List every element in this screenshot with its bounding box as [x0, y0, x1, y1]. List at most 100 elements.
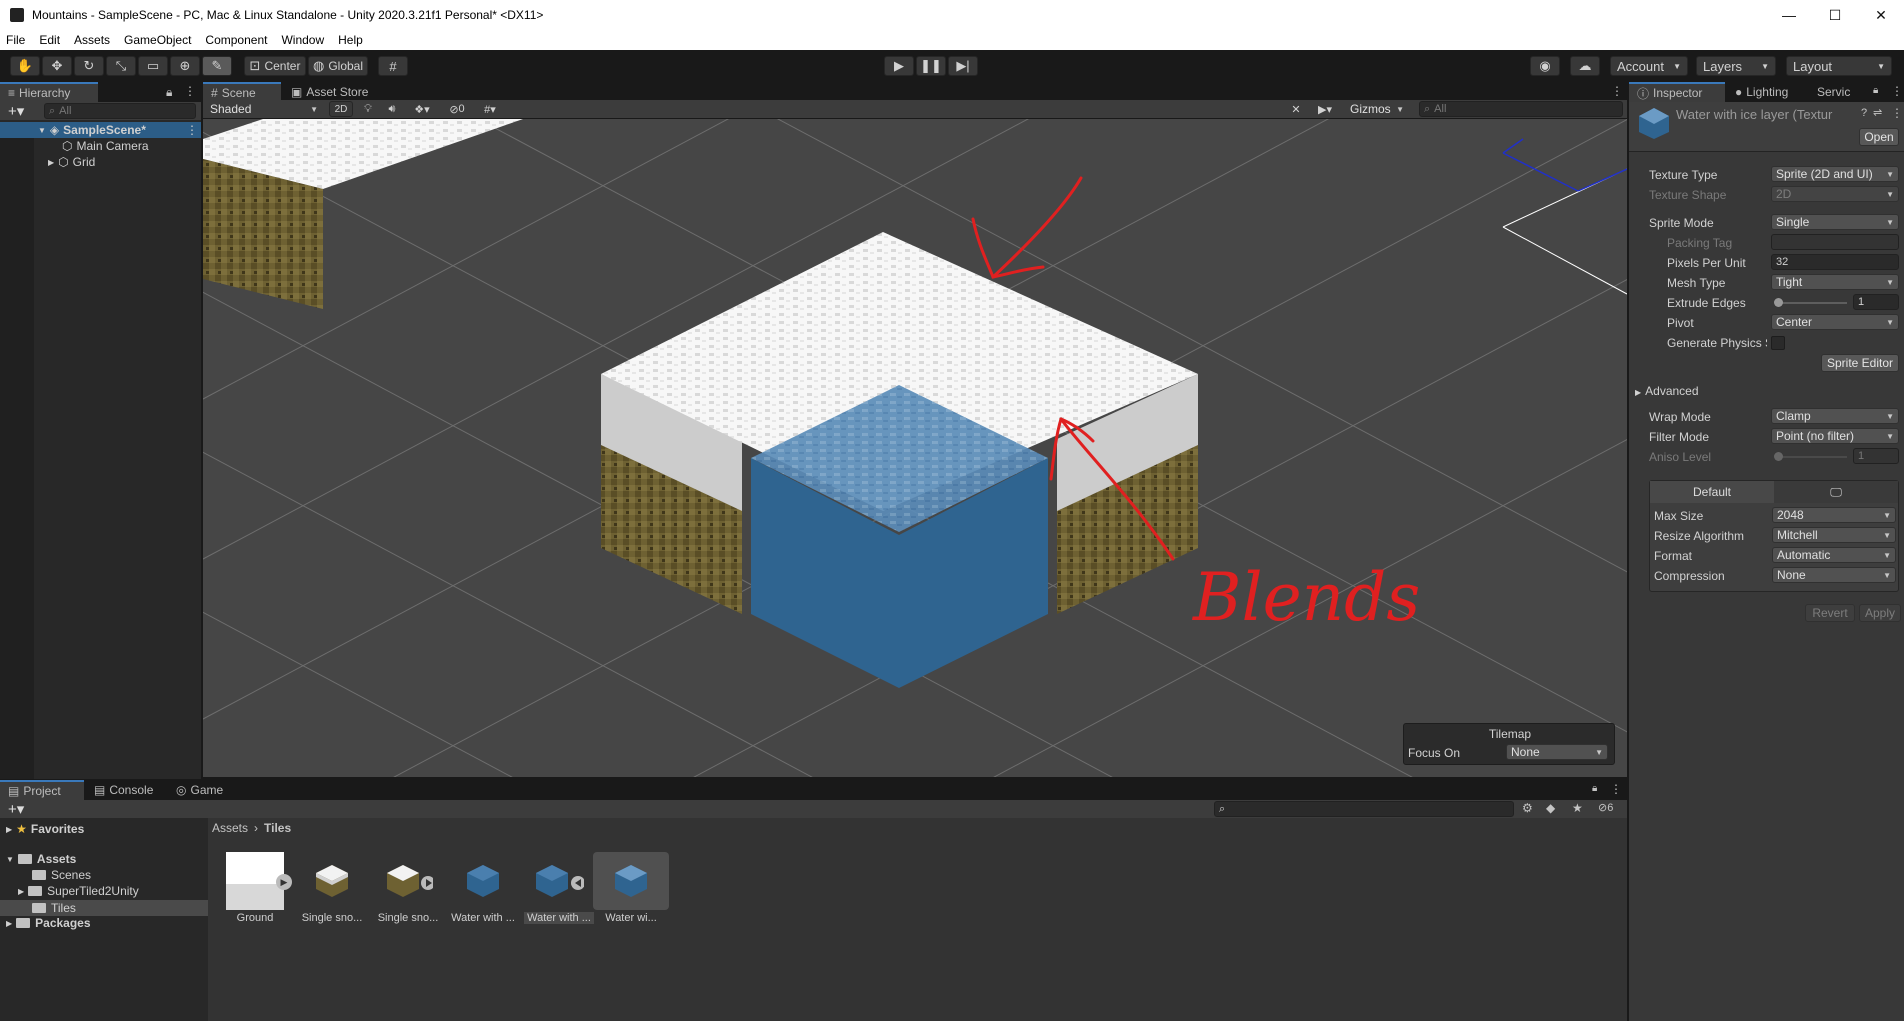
asset-single-snow-1[interactable]: Single sno...	[297, 852, 367, 924]
hand-tool-icon[interactable]: ✋	[10, 56, 40, 76]
layers-dropdown[interactable]: Layers ▼	[1696, 56, 1776, 76]
rotate-tool-icon[interactable]: ↻	[74, 56, 104, 76]
scene-search-input[interactable]: ⌕ All	[1419, 101, 1623, 117]
folder-tiles[interactable]: Tiles	[0, 900, 208, 916]
project-search-input[interactable]: ⌕	[1214, 801, 1514, 817]
apply-button[interactable]: Apply	[1859, 604, 1901, 622]
format-dropdown[interactable]: Automatic ▼	[1772, 547, 1896, 563]
maximize-button[interactable]: ☐	[1812, 0, 1858, 30]
scene-more-icon[interactable]: ⋮	[1611, 84, 1623, 98]
resize-algorithm-dropdown[interactable]: Mitchell ▼	[1772, 527, 1896, 543]
custom-tool-icon[interactable]: ✎	[202, 56, 232, 76]
extrude-edges-slider[interactable]	[1774, 298, 1847, 307]
tab-project[interactable]: ▤ Project	[0, 780, 84, 800]
wrap-mode-dropdown[interactable]: Clamp ▼	[1771, 408, 1899, 424]
menu-help[interactable]: Help	[338, 33, 363, 47]
revert-button[interactable]: Revert	[1805, 604, 1855, 622]
scene-row[interactable]: ▼ ◈ SampleScene* ⋮	[0, 122, 201, 138]
preset-icon[interactable]: ⇌	[1873, 106, 1882, 119]
extrude-edges-input[interactable]: 1	[1853, 294, 1899, 310]
hierarchy-item-grid[interactable]: ▶ ⬡ Grid	[48, 155, 95, 169]
lock-icon[interactable]: 🔒︎	[166, 85, 172, 100]
collab-icon[interactable]: ◉	[1530, 56, 1560, 76]
favorites-foldout[interactable]: ▶ ★ Favorites	[6, 822, 84, 836]
rect-tool-icon[interactable]: ▭	[138, 56, 168, 76]
pivot-dropdown[interactable]: Center ▼	[1771, 314, 1899, 330]
menu-assets[interactable]: Assets	[74, 33, 110, 47]
more-icon[interactable]: ⋮	[1610, 782, 1622, 796]
header-more-icon[interactable]: ⋮	[1891, 106, 1903, 120]
breadcrumb-assets[interactable]: Assets	[212, 821, 248, 835]
effects-toggle-icon[interactable]: ❖▾	[405, 101, 439, 117]
add-icon[interactable]: +▾	[8, 800, 24, 818]
layout-dropdown[interactable]: Layout ▼	[1786, 56, 1892, 76]
2d-toggle[interactable]: 2D	[329, 101, 353, 117]
menu-component[interactable]: Component	[205, 33, 267, 47]
filter-label-icon[interactable]: ◆	[1546, 801, 1555, 815]
pause-button[interactable]: ❚❚	[916, 56, 946, 76]
compression-dropdown[interactable]: None ▼	[1772, 567, 1896, 583]
tab-game[interactable]: ◎ Game	[168, 780, 238, 800]
monitor-icon[interactable]: 🖵︎	[1774, 481, 1898, 503]
grid-settings-icon[interactable]: #▾	[473, 101, 507, 117]
shading-mode-dropdown[interactable]: Shaded ▼	[205, 101, 323, 117]
audio-toggle-icon[interactable]: 🔊︎	[381, 101, 403, 117]
favorite-star-icon[interactable]: ★	[1572, 801, 1583, 815]
lock-icon[interactable]: 🔒︎	[1873, 85, 1878, 96]
tab-default-platform[interactable]: Default	[1650, 481, 1774, 503]
hierarchy-search-input[interactable]: ⌕ All	[44, 103, 196, 119]
step-button[interactable]: ▶|	[948, 56, 978, 76]
add-icon[interactable]: +▾	[8, 102, 24, 120]
folder-supertiled2unity[interactable]: ▶ SuperTiled2Unity	[18, 884, 139, 898]
menu-file[interactable]: File	[6, 33, 25, 47]
sprite-editor-button[interactable]: Sprite Editor	[1821, 354, 1899, 372]
help-icon[interactable]: ?	[1861, 107, 1867, 119]
grid-snap-icon[interactable]: #	[378, 56, 408, 76]
slider-handle[interactable]	[1774, 298, 1783, 307]
texture-type-dropdown[interactable]: Sprite (2D and UI) ▼	[1771, 166, 1899, 182]
move-tool-icon[interactable]: ✥	[42, 56, 72, 76]
scene-more-icon[interactable]: ⋮	[186, 123, 198, 137]
asset-single-snow-2[interactable]: Single sno...	[373, 852, 443, 924]
filter-mode-dropdown[interactable]: Point (no filter) ▼	[1771, 428, 1899, 444]
scene-visibility-toggle[interactable]: ⊘ 0	[443, 101, 471, 117]
transform-tool-icon[interactable]: ⊕	[170, 56, 200, 76]
lighting-toggle-icon[interactable]: 💡︎	[357, 101, 379, 117]
expand-play-icon[interactable]: ▶	[276, 874, 292, 890]
pivot-center-toggle[interactable]: ⊡ Center	[244, 56, 306, 76]
folder-scenes[interactable]: Scenes	[32, 868, 91, 882]
minimize-button[interactable]: —	[1766, 0, 1812, 30]
tab-inspector[interactable]: ⓘ Inspector	[1629, 82, 1725, 102]
focus-on-dropdown[interactable]: None ▼	[1506, 744, 1608, 760]
tab-hierarchy[interactable]: ≡ Hierarchy	[0, 82, 98, 102]
packing-tag-input[interactable]	[1771, 234, 1899, 250]
pivot-global-toggle[interactable]: ◍ Global	[308, 56, 368, 76]
open-button[interactable]: Open	[1859, 128, 1899, 146]
lock-icon[interactable]: 🔒︎	[1592, 783, 1597, 794]
mesh-type-dropdown[interactable]: Tight ▼	[1771, 274, 1899, 290]
cloud-icon[interactable]: ☁	[1570, 56, 1600, 76]
account-dropdown[interactable]: Account ▼	[1610, 56, 1688, 76]
generate-physics-checkbox[interactable]	[1771, 336, 1785, 350]
advanced-foldout[interactable]: ▶ Advanced	[1635, 384, 1699, 398]
breadcrumb-tiles[interactable]: Tiles	[264, 821, 291, 835]
more-icon[interactable]: ⋮	[1891, 84, 1903, 98]
tab-console[interactable]: ▤ Console	[86, 780, 166, 800]
asset-water-3-selected[interactable]: Water wi...	[593, 852, 669, 924]
filter-type-icon[interactable]: ⚙	[1522, 801, 1533, 815]
max-size-dropdown[interactable]: 2048 ▼	[1772, 507, 1896, 523]
tools-icon[interactable]: ✕	[1285, 101, 1307, 117]
menu-gameobject[interactable]: GameObject	[124, 33, 191, 47]
tab-scene[interactable]: # Scene	[203, 82, 281, 102]
scene-viewport[interactable]: Blends Tilemap Focus On None ▼	[203, 119, 1627, 777]
close-button[interactable]: ✕	[1858, 0, 1904, 30]
camera-icon[interactable]: ▶▾	[1309, 101, 1341, 117]
scale-tool-icon[interactable]: ⤡	[106, 56, 136, 76]
hierarchy-item-main-camera[interactable]: ⬡ Main Camera	[62, 139, 149, 153]
pixels-per-unit-input[interactable]: 32	[1771, 254, 1899, 270]
gizmos-dropdown[interactable]: Gizmos ▼	[1345, 101, 1409, 117]
sprite-mode-dropdown[interactable]: Single ▼	[1771, 214, 1899, 230]
menu-window[interactable]: Window	[281, 33, 324, 47]
menu-edit[interactable]: Edit	[39, 33, 60, 47]
more-icon[interactable]: ⋮	[184, 84, 196, 98]
